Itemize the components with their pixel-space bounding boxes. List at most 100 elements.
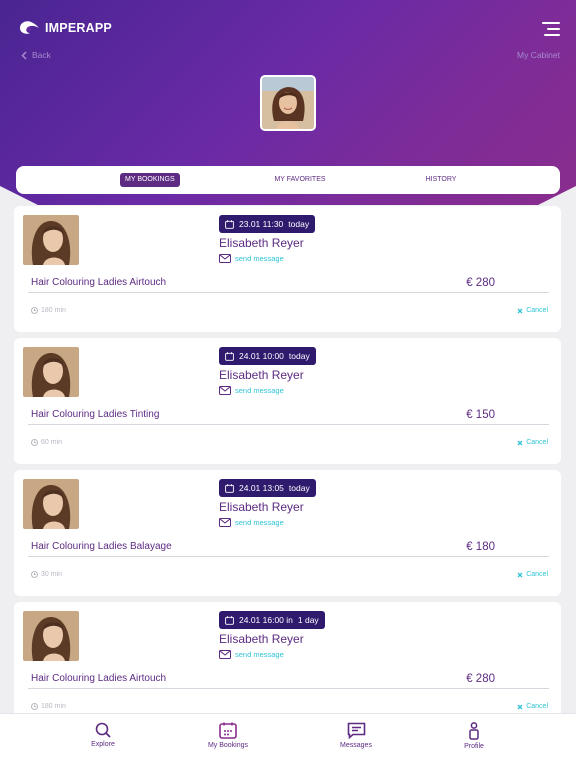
person-icon [469, 722, 479, 740]
stylist-name[interactable]: Elisabeth Reyer [219, 632, 304, 646]
mail-icon [219, 650, 231, 659]
cancel-button[interactable]: Cancel [517, 703, 548, 710]
booking-datetime: 24.01 13:05 [239, 483, 284, 493]
booking-relative-time: 1 day [297, 615, 319, 625]
stylist-portrait-icon [23, 347, 79, 397]
send-message-label: send message [235, 518, 284, 527]
message-icon [347, 722, 365, 739]
stylist-name[interactable]: Elisabeth Reyer [219, 500, 304, 514]
service-name: Hair Colouring Ladies Airtouch [31, 673, 167, 684]
cancel-button[interactable]: Cancel [517, 307, 548, 314]
send-message-link[interactable]: send message [219, 650, 284, 659]
clock-icon [31, 571, 38, 578]
cancel-label: Cancel [526, 571, 548, 578]
booking-card[interactable]: 24.01 16:00 in 1 day Elisabeth Reyer sen… [14, 602, 561, 728]
brand-logo[interactable]: IMPERAPP [17, 18, 112, 38]
stylist-photo [23, 611, 79, 661]
booking-card[interactable]: 24.01 13:05 today Elisabeth Reyer send m… [14, 470, 561, 596]
cancel-label: Cancel [526, 703, 548, 710]
send-message-label: send message [235, 254, 284, 263]
mail-icon [219, 254, 231, 263]
service-name: Hair Colouring Ladies Airtouch [31, 277, 167, 288]
stylist-portrait-icon [23, 215, 79, 265]
divider [28, 292, 549, 293]
duration-label: 180 min [41, 703, 66, 710]
service-name: Hair Colouring Ladies Tinting [31, 409, 160, 420]
calendar-icon [225, 219, 234, 229]
calendar-icon [225, 615, 234, 625]
tab-history[interactable]: HISTORY [411, 173, 471, 187]
mail-icon [219, 518, 231, 527]
cancel-label: Cancel [526, 307, 548, 314]
nav-profile[interactable]: Profile [429, 722, 519, 750]
cancel-label: Cancel [526, 439, 548, 446]
clock-icon [31, 307, 38, 314]
nav-profile-label: Profile [464, 743, 484, 750]
my-cabinet-link[interactable]: My Cabinet [517, 50, 560, 60]
stylist-photo [23, 479, 79, 529]
close-icon [517, 440, 523, 445]
service-price: € 280 [466, 277, 495, 289]
booking-card[interactable]: 23.01 11:30 today Elisabeth Reyer send m… [14, 206, 561, 332]
close-icon [517, 704, 523, 709]
tab-my-favorites[interactable]: MY FAVORITES [265, 173, 335, 187]
stylist-name[interactable]: Elisabeth Reyer [219, 236, 304, 250]
duration-label: 30 min [41, 571, 63, 578]
clock-icon [31, 439, 38, 446]
service-name: Hair Colouring Ladies Balayage [31, 541, 172, 552]
send-message-link[interactable]: send message [219, 518, 284, 527]
booking-datetime: 24.01 10:00 [239, 351, 284, 361]
stylist-photo [23, 347, 79, 397]
tab-my-bookings[interactable]: MY BOOKINGS [120, 173, 180, 187]
logo-swirl-icon [20, 21, 39, 34]
send-message-label: send message [235, 650, 284, 659]
date-badge: 24.01 10:00 today [219, 347, 316, 365]
close-icon [517, 572, 523, 577]
stylist-portrait-icon [23, 611, 79, 661]
search-icon [95, 722, 111, 738]
back-label: Back [32, 50, 51, 60]
nav-my-bookings[interactable]: My Bookings [183, 722, 273, 749]
stylist-photo [23, 215, 79, 265]
booking-tabs: MY BOOKINGS MY FAVORITES HISTORY [16, 166, 560, 194]
user-avatar[interactable] [260, 75, 316, 131]
duration-label: 180 min [41, 307, 66, 314]
calendar-icon [219, 722, 237, 739]
booking-card[interactable]: 24.01 10:00 today Elisabeth Reyer send m… [14, 338, 561, 464]
nav-messages[interactable]: Messages [311, 722, 401, 749]
booking-relative-time: today [288, 483, 310, 493]
duration: 60 min [31, 439, 62, 446]
nav-explore[interactable]: Explore [58, 722, 148, 748]
chevron-left-icon [21, 50, 27, 60]
date-badge: 24.01 16:00 in 1 day [219, 611, 325, 629]
divider [28, 556, 549, 557]
calendar-icon [225, 351, 234, 361]
hamburger-menu-icon[interactable] [540, 22, 560, 36]
service-price: € 180 [466, 541, 495, 553]
clock-icon [31, 703, 38, 710]
calendar-icon [225, 483, 234, 493]
cancel-button[interactable]: Cancel [517, 439, 548, 446]
cancel-button[interactable]: Cancel [517, 571, 548, 578]
booking-datetime: 24.01 16:00 in [239, 615, 293, 625]
avatar-portrait-icon [262, 77, 314, 129]
send-message-label: send message [235, 386, 284, 395]
duration-label: 60 min [41, 439, 63, 446]
bottom-navigation: Explore My Bookings Messages Profile [0, 713, 576, 768]
send-message-link[interactable]: send message [219, 386, 284, 395]
mail-icon [219, 386, 231, 395]
brand-name: IMPERAPP [45, 21, 112, 35]
service-price: € 150 [466, 409, 495, 421]
duration: 30 min [31, 571, 62, 578]
stylist-portrait-icon [23, 479, 79, 529]
divider [28, 424, 549, 425]
send-message-link[interactable]: send message [219, 254, 284, 263]
duration: 180 min [31, 703, 66, 710]
back-button[interactable]: Back [21, 50, 51, 60]
stylist-name[interactable]: Elisabeth Reyer [219, 368, 304, 382]
date-badge: 24.01 13:05 today [219, 479, 316, 497]
booking-datetime: 23.01 11:30 [239, 219, 284, 229]
duration: 180 min [31, 307, 66, 314]
nav-my-bookings-label: My Bookings [207, 742, 249, 749]
date-badge: 23.01 11:30 today [219, 215, 316, 233]
